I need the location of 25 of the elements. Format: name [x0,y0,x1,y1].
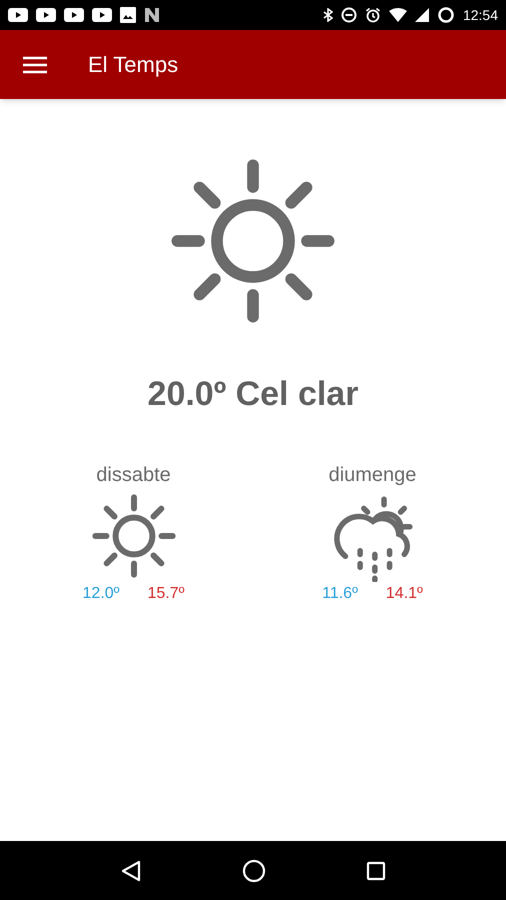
menu-button[interactable] [22,54,48,74]
min-temperature: 11.6º [322,584,358,604]
max-temperature: 15.7º [148,584,184,604]
video-icon [92,8,112,22]
do-not-disturb-icon [340,7,357,23]
day-name: dissabte [96,463,171,488]
video-icon [36,8,56,22]
back-button[interactable] [120,860,142,882]
video-icon [64,8,84,22]
alarm-icon [364,7,381,23]
wifi-icon [388,8,407,22]
image-icon [120,7,136,23]
bluetooth-icon [322,8,333,22]
current-conditions: 20.0º Cel clar [148,374,358,415]
day-name: diumenge [328,463,416,488]
max-temperature: 14.1º [386,584,423,604]
signal-icon [414,8,429,22]
home-button[interactable] [242,858,266,882]
min-temperature: 12.0º [82,584,120,604]
app-title: El Temps [88,51,178,79]
recents-button[interactable] [366,860,386,880]
video-icon [8,8,28,22]
menu-icon [23,56,47,74]
notification-icon [144,7,160,23]
clock-time: 12:54 [462,6,498,24]
